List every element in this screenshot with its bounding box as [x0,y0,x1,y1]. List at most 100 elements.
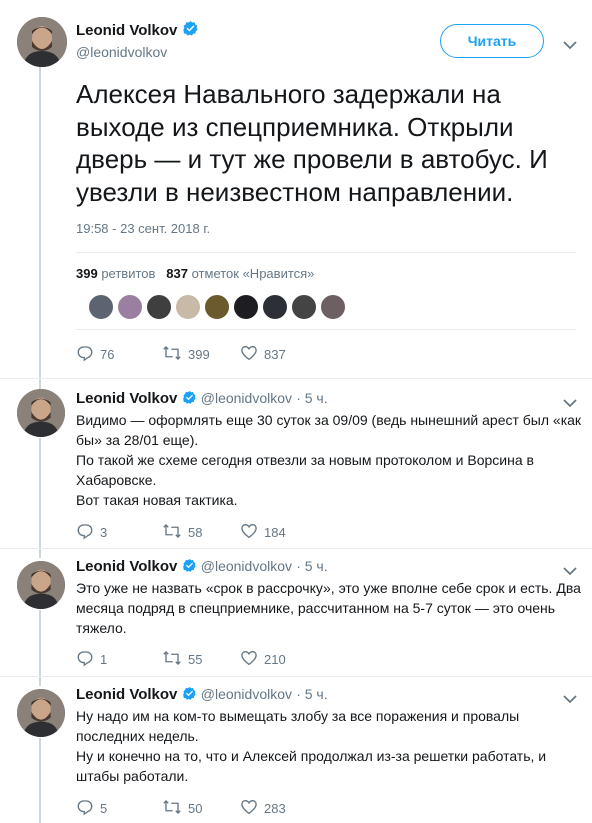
follow-button[interactable]: Читать [440,24,544,58]
like-count: 210 [264,651,286,667]
reply-icon [76,798,100,819]
likes-count: 837 [166,266,188,281]
retweet-icon [162,798,188,819]
reply-header: Leonid Volkov @leonidvolkov · 5 ч. [76,686,328,705]
reply-paragraph: Ну надо им на ком-то вымещать злобу за в… [76,708,520,744]
reply-paragraph: Вот такая новая тактика. [76,492,238,508]
tweet-timestamp[interactable]: 19:58 - 23 сент. 2018 г. [76,221,210,236]
author-name[interactable]: Leonid Volkov [76,558,177,575]
retweet-button[interactable]: 50 [162,798,202,818]
thread-line [39,438,41,558]
retweet-icon [162,649,188,670]
divider [76,252,576,253]
liker-avatar[interactable] [204,294,230,320]
retweet-count: 399 [188,346,210,362]
reply-count: 3 [100,524,108,540]
liker-avatar[interactable] [175,294,201,320]
tweet-time[interactable]: · 5 ч. [296,390,327,406]
reply-paragraph: Это уже не назвать «срок в рассрочку», э… [76,580,581,636]
retweet-count: 58 [188,524,203,540]
divider [0,676,592,677]
engagement-stats: 399 ретвитов 837 отметок «Нравится» [76,266,314,281]
retweets-label: ретвитов [101,266,156,281]
reply-button[interactable]: 1 [76,649,107,669]
author-handle[interactable]: @leonidvolkov [201,558,292,574]
like-button[interactable]: 283 [240,798,286,818]
author-name[interactable]: Leonid Volkov [76,22,177,39]
heart-icon [240,798,264,819]
avatar[interactable] [17,389,65,437]
retweet-icon [162,522,188,543]
avatar[interactable] [17,689,65,737]
reply-count: 5 [100,800,108,816]
liker-avatar[interactable] [262,294,288,320]
chevron-down-icon[interactable] [563,395,577,408]
verified-icon [182,390,197,409]
reply-icon [76,344,100,365]
retweet-button[interactable]: 58 [162,522,202,542]
retweet-button[interactable]: 399 [162,344,210,364]
verified-icon [182,20,199,41]
reply-count: 76 [100,346,115,362]
chevron-down-icon[interactable] [563,563,577,576]
avatar[interactable] [17,561,65,609]
divider [0,378,592,379]
heart-icon [240,344,264,365]
author-handle[interactable]: @leonidvolkov [76,44,167,60]
retweet-count: 55 [188,651,203,667]
author-name[interactable]: Leonid Volkov [76,686,177,703]
like-button[interactable]: 184 [240,522,286,542]
divider [0,548,592,549]
chevron-down-icon[interactable] [563,37,577,50]
author-handle[interactable]: @leonidvolkov [201,686,292,702]
divider [76,329,576,330]
retweets-stat[interactable]: 399 ретвитов [76,266,155,281]
reply-paragraph: Видимо — оформлять еще 30 суток за 09/09… [76,412,582,448]
like-count: 283 [264,800,286,816]
reply-text: Видимо — оформлять еще 30 суток за 09/09… [76,410,586,510]
tweet-time[interactable]: · 5 ч. [296,558,327,574]
tweet-text: Алексея Навального задержали на выходе и… [76,79,548,207]
retweet-icon [162,344,188,365]
thread-line [39,610,41,686]
reply-button[interactable]: 3 [76,522,107,542]
retweets-count: 399 [76,266,98,281]
author-name-row: Leonid Volkov [76,20,199,41]
verified-icon [182,558,197,577]
heart-icon [240,649,264,670]
author-name[interactable]: Leonid Volkov [76,390,177,407]
reply-count: 1 [100,651,108,667]
chevron-down-icon[interactable] [563,691,577,704]
like-count: 837 [264,346,286,362]
reply-text: Ну надо им на ком-то вымещать злобу за в… [76,706,586,786]
avatar[interactable] [17,17,67,67]
like-button[interactable]: 210 [240,649,286,669]
verified-icon [182,686,197,705]
thread-line [39,66,41,390]
retweet-button[interactable]: 55 [162,649,202,669]
like-button[interactable]: 837 [240,344,286,364]
thread-line [39,738,41,823]
reply-button[interactable]: 5 [76,798,107,818]
reply-text: Это уже не назвать «срок в рассрочку», э… [76,578,586,638]
liker-avatar[interactable] [291,294,317,320]
reply-paragraph: По такой же схеме сегодня отвезли за нов… [76,452,534,488]
liker-avatar[interactable] [146,294,172,320]
reply-header: Leonid Volkov @leonidvolkov · 5 ч. [76,390,328,409]
reply-icon [76,649,100,670]
like-count: 184 [264,524,286,540]
likes-stat[interactable]: 837 отметок «Нравится» [166,266,314,281]
liker-avatar[interactable] [233,294,259,320]
heart-icon [240,522,264,543]
reply-paragraph: Ну и конечно на то, что и Алексей продол… [76,748,547,784]
reply-button[interactable]: 76 [76,344,114,364]
liker-avatar[interactable] [320,294,346,320]
reply-icon [76,522,100,543]
liker-avatar[interactable] [117,294,143,320]
retweet-count: 50 [188,800,203,816]
likes-label: отметок «Нравится» [191,266,315,281]
author-handle[interactable]: @leonidvolkov [201,390,292,406]
tweet-time[interactable]: · 5 ч. [296,686,327,702]
reply-header: Leonid Volkov @leonidvolkov · 5 ч. [76,558,328,577]
liker-avatar[interactable] [88,294,114,320]
